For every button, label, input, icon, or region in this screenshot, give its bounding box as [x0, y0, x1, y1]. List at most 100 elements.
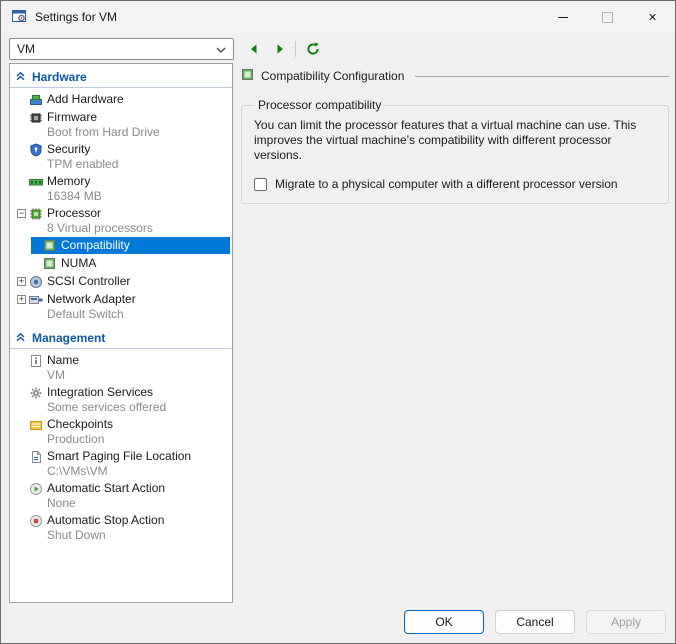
- navigate-forward-button[interactable]: [268, 38, 292, 60]
- sidebar-item-automatic-start-action[interactable]: Automatic Start Action None: [10, 480, 232, 511]
- network-adapter-icon: [29, 292, 47, 307]
- checkpoints-icon: [29, 417, 47, 432]
- ok-button[interactable]: OK: [404, 610, 484, 634]
- titlebar: Settings for VM ✕: [1, 1, 675, 33]
- sidebar-item-numa[interactable]: NUMA: [31, 255, 230, 272]
- expand-toggle-icon[interactable]: +: [17, 277, 26, 286]
- expander-slot: +: [14, 274, 29, 289]
- dialog-footer: OK Cancel Apply: [1, 601, 675, 643]
- file-icon: [29, 449, 47, 464]
- item-label: Add Hardware: [47, 92, 124, 107]
- item-subtitle: Shut Down: [47, 528, 164, 542]
- vm-selector-value: VM: [17, 42, 35, 56]
- firmware-icon: [29, 110, 47, 125]
- stop-action-icon: [29, 513, 47, 528]
- item-subtitle: TPM enabled: [47, 157, 118, 171]
- item-subtitle: Default Switch: [47, 307, 136, 321]
- minimize-icon: [558, 17, 568, 18]
- item-subtitle: Boot from Hard Drive: [47, 125, 160, 139]
- item-label: Checkpoints: [47, 417, 113, 432]
- item-label: Security: [47, 142, 118, 157]
- expander-slot: [14, 513, 29, 528]
- numa-icon: [43, 256, 61, 271]
- item-label: Network Adapter: [47, 292, 136, 307]
- settings-tree: Hardware Add Hardware Firmware Boot from…: [9, 63, 233, 603]
- expander-slot: [14, 142, 29, 157]
- memory-icon: [29, 174, 47, 189]
- window-controls: ✕: [540, 1, 675, 33]
- compatibility-page-icon: [241, 68, 254, 84]
- section-label: Management: [32, 331, 105, 345]
- toolbar: VM: [9, 37, 325, 61]
- item-label: Processor: [47, 206, 153, 221]
- sidebar-item-processor[interactable]: − Processor 8 Virtual processors: [10, 205, 232, 236]
- item-subtitle: 16384 MB: [47, 189, 102, 203]
- page-title: Compatibility Configuration: [261, 69, 404, 83]
- apply-button[interactable]: Apply: [586, 610, 666, 634]
- item-label: Smart Paging File Location: [47, 449, 191, 464]
- item-label: SCSI Controller: [47, 274, 130, 289]
- section-label: Hardware: [32, 70, 87, 84]
- expand-toggle-icon[interactable]: +: [17, 295, 26, 304]
- sidebar-item-integration-services[interactable]: Integration Services Some services offer…: [10, 384, 232, 415]
- expander-slot: [14, 481, 29, 496]
- processor-icon: [29, 206, 47, 221]
- expander-slot: [14, 110, 29, 125]
- add-hardware-icon: [29, 92, 47, 107]
- navigate-back-button[interactable]: [242, 38, 266, 60]
- item-subtitle: VM: [47, 368, 79, 382]
- expander-slot: [14, 353, 29, 368]
- sidebar-item-security[interactable]: Security TPM enabled: [10, 141, 232, 172]
- expander-slot: +: [14, 292, 29, 307]
- name-icon: [29, 353, 47, 368]
- expander-slot: [14, 385, 29, 400]
- shield-icon: [29, 142, 47, 157]
- hardware-section-header[interactable]: Hardware: [10, 66, 232, 88]
- gear-icon: [29, 385, 47, 400]
- migrate-checkbox[interactable]: [254, 178, 267, 191]
- sidebar-item-compatibility[interactable]: Compatibility: [31, 237, 230, 254]
- item-label: Name: [47, 353, 79, 368]
- collapse-toggle-icon[interactable]: −: [17, 209, 26, 218]
- scsi-controller-icon: [29, 274, 47, 289]
- maximize-button[interactable]: [585, 1, 630, 33]
- sidebar-item-automatic-stop-action[interactable]: Automatic Stop Action Shut Down: [10, 512, 232, 543]
- expander-slot: [14, 92, 29, 107]
- maximize-icon: [602, 12, 613, 23]
- item-label: Integration Services: [47, 385, 166, 400]
- close-button[interactable]: ✕: [630, 1, 675, 33]
- sidebar-item-network-adapter[interactable]: + Network Adapter Default Switch: [10, 291, 232, 322]
- description-text: You can limit the processor features tha…: [254, 118, 656, 163]
- item-subtitle: C:\VMs\VM: [47, 464, 191, 478]
- item-subtitle: None: [47, 496, 165, 510]
- group-title: Processor compatibility: [254, 98, 385, 112]
- item-subtitle: 8 Virtual processors: [47, 221, 153, 235]
- expander-slot: [14, 174, 29, 189]
- migrate-checkbox-row[interactable]: Migrate to a physical computer with a di…: [254, 177, 658, 191]
- item-label: Automatic Start Action: [47, 481, 165, 496]
- sidebar-item-checkpoints[interactable]: Checkpoints Production: [10, 416, 232, 447]
- settings-window: Settings for VM ✕ VM Hardware Add Hardwa…: [0, 0, 676, 644]
- refresh-button[interactable]: [301, 38, 325, 60]
- page-header: Compatibility Configuration: [241, 68, 669, 84]
- sidebar-item-add-hardware[interactable]: Add Hardware: [10, 91, 232, 108]
- management-section-header[interactable]: Management: [10, 327, 232, 349]
- item-label: Compatibility: [61, 238, 130, 253]
- cancel-button[interactable]: Cancel: [495, 610, 575, 634]
- header-rule: [415, 76, 669, 77]
- collapse-section-icon: [15, 70, 26, 84]
- compatibility-page: Compatibility Configuration Processor co…: [241, 63, 669, 204]
- sidebar-item-scsi-controller[interactable]: + SCSI Controller: [10, 273, 232, 290]
- sidebar-item-smart-paging-file-location[interactable]: Smart Paging File Location C:\VMs\VM: [10, 448, 232, 479]
- minimize-button[interactable]: [540, 1, 585, 33]
- expander-slot: −: [14, 206, 29, 221]
- start-action-icon: [29, 481, 47, 496]
- migrate-checkbox-label: Migrate to a physical computer with a di…: [275, 177, 618, 191]
- item-label: Memory: [47, 174, 102, 189]
- window-title: Settings for VM: [35, 10, 117, 24]
- vm-selector[interactable]: VM: [9, 38, 234, 60]
- sidebar-item-memory[interactable]: Memory 16384 MB: [10, 173, 232, 204]
- collapse-section-icon: [15, 331, 26, 345]
- sidebar-item-firmware[interactable]: Firmware Boot from Hard Drive: [10, 109, 232, 140]
- sidebar-item-name[interactable]: Name VM: [10, 352, 232, 383]
